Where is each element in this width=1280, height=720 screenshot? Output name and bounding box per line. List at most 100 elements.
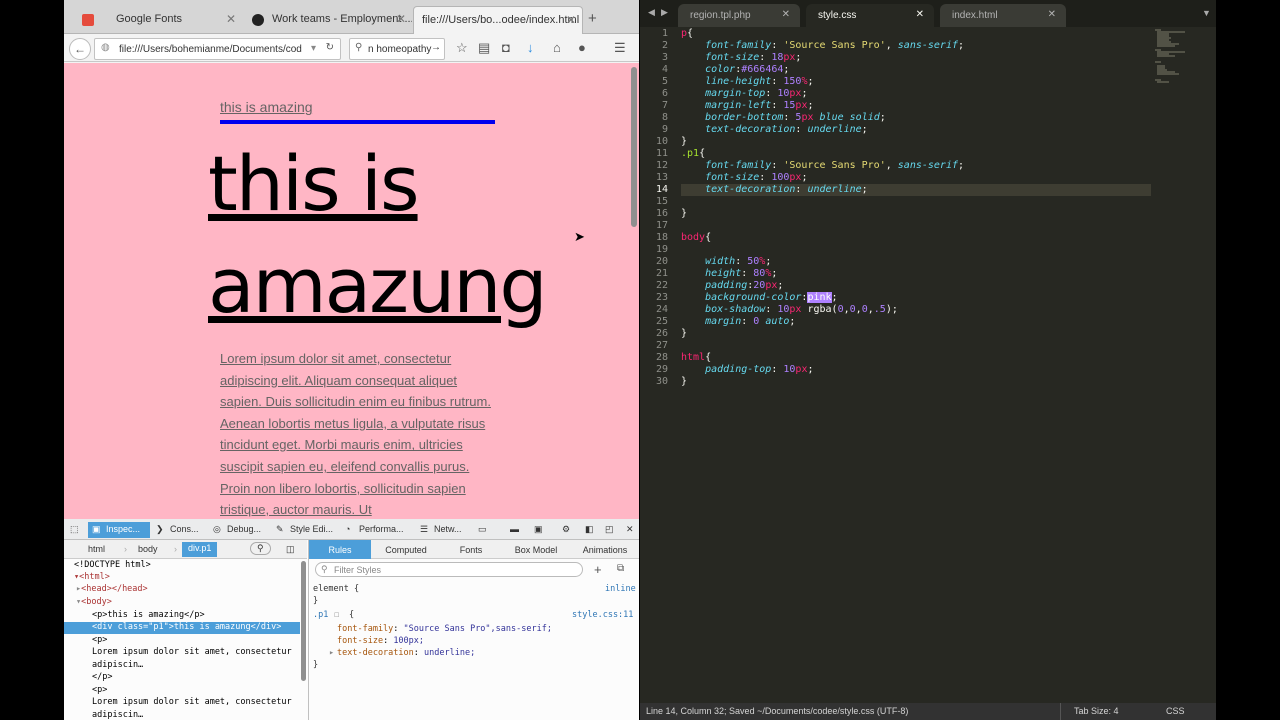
browser-tab-google-fonts[interactable]: Google Fonts ✕	[74, 6, 242, 34]
tool-performance[interactable]: ◔ Performa...	[341, 522, 411, 538]
dropdown-arrow-icon[interactable]: ▾	[311, 43, 316, 54]
tool-label: Style Edi...	[290, 524, 334, 534]
close-icon[interactable]: ✕	[1048, 9, 1056, 20]
search-bar[interactable]: ⚲ n homeopathy →	[349, 38, 445, 60]
rule-prop-row[interactable]: font-size: 100px;	[337, 636, 424, 646]
nav-next-icon[interactable]: ▶	[661, 7, 668, 18]
markup-body-node[interactable]: ▾<body>	[64, 597, 300, 609]
network-icon: ☰	[420, 524, 429, 534]
bookmark-star-icon[interactable]: ☆	[456, 40, 468, 56]
reading-list-icon[interactable]: ▤	[478, 40, 490, 56]
node-label: <body>	[81, 597, 112, 607]
search-icon[interactable]: ⚲	[250, 542, 271, 555]
markup-scrollbar[interactable]	[301, 561, 306, 681]
filter-styles-input[interactable]: ⚲ Filter Styles	[315, 562, 583, 577]
settings-gear-icon[interactable]: ⚙	[558, 522, 576, 538]
tab-size-indicator[interactable]: Tab Size: 4	[1074, 706, 1119, 716]
markup-p-open[interactable]: <p>	[64, 635, 300, 647]
tab-rules[interactable]: Rules	[309, 540, 371, 559]
download-arrow-icon[interactable]: ↓	[527, 40, 534, 55]
code-line: p{	[681, 28, 694, 39]
dock-side-icon[interactable]: ◧	[582, 522, 598, 538]
breadcrumb-html[interactable]: html	[88, 544, 105, 554]
tool-console[interactable]: ❯ Cons...	[152, 522, 208, 538]
markup-text[interactable]: Lorem ipsum dolor sit amet, consectetur	[64, 647, 300, 659]
code-line: }	[681, 136, 688, 147]
rule-prop-row[interactable]: font-family: "Source Sans Pro",sans-seri…	[337, 624, 552, 634]
expand-caret-icon[interactable]: ▸	[329, 648, 334, 658]
editor-tab-style[interactable]: style.css ✕	[806, 4, 934, 27]
editor-tab-index[interactable]: index.html ✕	[940, 4, 1066, 27]
element-rule[interactable]: element {	[313, 584, 359, 594]
element-picker-icon[interactable]: ⬚	[66, 522, 86, 538]
tab-box-model[interactable]: Box Model	[503, 540, 569, 559]
rule-prop-row[interactable]: text-decoration: underline;	[337, 648, 475, 658]
tab-title: Work teams - Employment ...	[272, 13, 412, 25]
reload-icon[interactable]: ↻	[326, 42, 334, 53]
editor-tab-bar: ◀ ▶ region.tpl.php ✕ style.css ✕ index.h…	[640, 0, 1280, 27]
code-line: text-decoration: underline;	[705, 184, 868, 195]
close-devtools-icon[interactable]: ✕	[622, 522, 638, 538]
rule-tabs: Rules Computed Fonts Box Model Animation…	[309, 540, 639, 559]
close-icon[interactable]: ✕	[226, 12, 236, 26]
markup-html-node[interactable]: ▾<html>	[64, 572, 300, 584]
minimap[interactable]	[1155, 28, 1215, 88]
markup-div-p1-node[interactable]: <div class="p1">this is amazung</div>	[64, 622, 300, 634]
line-number: 25	[655, 316, 668, 327]
pocket-icon[interactable]: ◘	[502, 40, 510, 55]
screenshot-icon[interactable]: ▣	[530, 522, 548, 538]
close-icon[interactable]: ✕	[916, 9, 924, 20]
frame-select-icon[interactable]: ▭	[474, 522, 496, 538]
markup-text[interactable]: adipiscin…	[64, 710, 300, 720]
markup-text[interactable]: adipiscin…	[64, 660, 300, 672]
browser-tab-work-teams[interactable]: Work teams - Employment ... ✕	[244, 6, 412, 34]
syntax-indicator[interactable]: CSS	[1166, 706, 1185, 716]
source-link[interactable]: style.css:11	[572, 610, 633, 620]
toggle-pseudo-class-icon[interactable]: ⧉	[617, 563, 624, 574]
left-black-margin	[0, 0, 64, 720]
nav-prev-icon[interactable]: ◀	[648, 7, 655, 18]
line-number: 17	[655, 220, 668, 231]
close-icon[interactable]: ✕	[782, 9, 790, 20]
go-arrow-icon[interactable]: →	[431, 42, 441, 53]
close-icon[interactable]: ✕	[566, 13, 576, 27]
line-number: 26	[655, 328, 668, 339]
responsive-icon[interactable]: ▬	[506, 522, 524, 538]
inline-source-link[interactable]: inline	[605, 584, 636, 594]
p1-rule-selector[interactable]: .p1	[313, 610, 328, 620]
tool-style-editor[interactable]: ✎ Style Edi...	[272, 522, 340, 538]
page-scrollbar[interactable]	[631, 67, 637, 227]
tool-debugger[interactable]: ◎ Debug...	[209, 522, 271, 538]
url-text: file:///Users/bohemianme/Documents/cod	[119, 44, 302, 55]
url-bar[interactable]: ◍ file:///Users/bohemianme/Documents/cod…	[94, 38, 341, 60]
close-icon[interactable]: ✕	[396, 12, 406, 26]
chat-bubble-icon[interactable]: ●	[578, 40, 586, 55]
add-rule-plus-icon[interactable]: +	[594, 562, 602, 577]
tab-animations[interactable]: Animations	[571, 540, 639, 559]
back-arrow-icon[interactable]: ←	[69, 38, 91, 60]
tab-fonts[interactable]: Fonts	[441, 540, 501, 559]
markup-doctype[interactable]: <!DOCTYPE html>	[64, 560, 300, 572]
tool-inspector[interactable]: ▣ Inspec...	[88, 522, 150, 538]
rule-checkbox-icon[interactable]: ◻	[334, 610, 339, 620]
tool-network[interactable]: ☰ Netw...	[416, 522, 472, 538]
editor-tab-region[interactable]: region.tpl.php ✕	[678, 4, 800, 27]
breadcrumb-div-p1[interactable]: div.p1	[182, 542, 218, 557]
search-icon: ⚲	[321, 564, 328, 574]
new-tab-plus-icon[interactable]: +	[588, 10, 597, 27]
markup-p-close[interactable]: </p>	[64, 672, 300, 684]
markup-text[interactable]: Lorem ipsum dolor sit amet, consectetur	[64, 697, 300, 709]
undock-icon[interactable]: ◰	[602, 522, 618, 538]
breadcrumb-body[interactable]: body	[138, 544, 158, 554]
tab-list-dropdown-icon[interactable]: ▼	[1202, 8, 1211, 18]
markup-p-open[interactable]: <p>	[64, 685, 300, 697]
panel-toggle-icon[interactable]: ◫	[286, 544, 295, 555]
tab-computed[interactable]: Computed	[373, 540, 439, 559]
markup-p-node[interactable]: <p>this is amazing</p>	[64, 610, 300, 622]
menu-hamburger-icon[interactable]: ☰	[614, 40, 626, 56]
performance-icon: ◔	[345, 524, 351, 534]
browser-tab-index[interactable]: file:///Users/bo...odee/index.html ✕	[413, 6, 583, 34]
home-icon[interactable]: ⌂	[553, 40, 561, 55]
markup-head-node[interactable]: ▸<head></head>	[64, 584, 300, 596]
code-area[interactable]: p{ font-family: 'Source Sans Pro', sans-…	[681, 27, 1151, 707]
